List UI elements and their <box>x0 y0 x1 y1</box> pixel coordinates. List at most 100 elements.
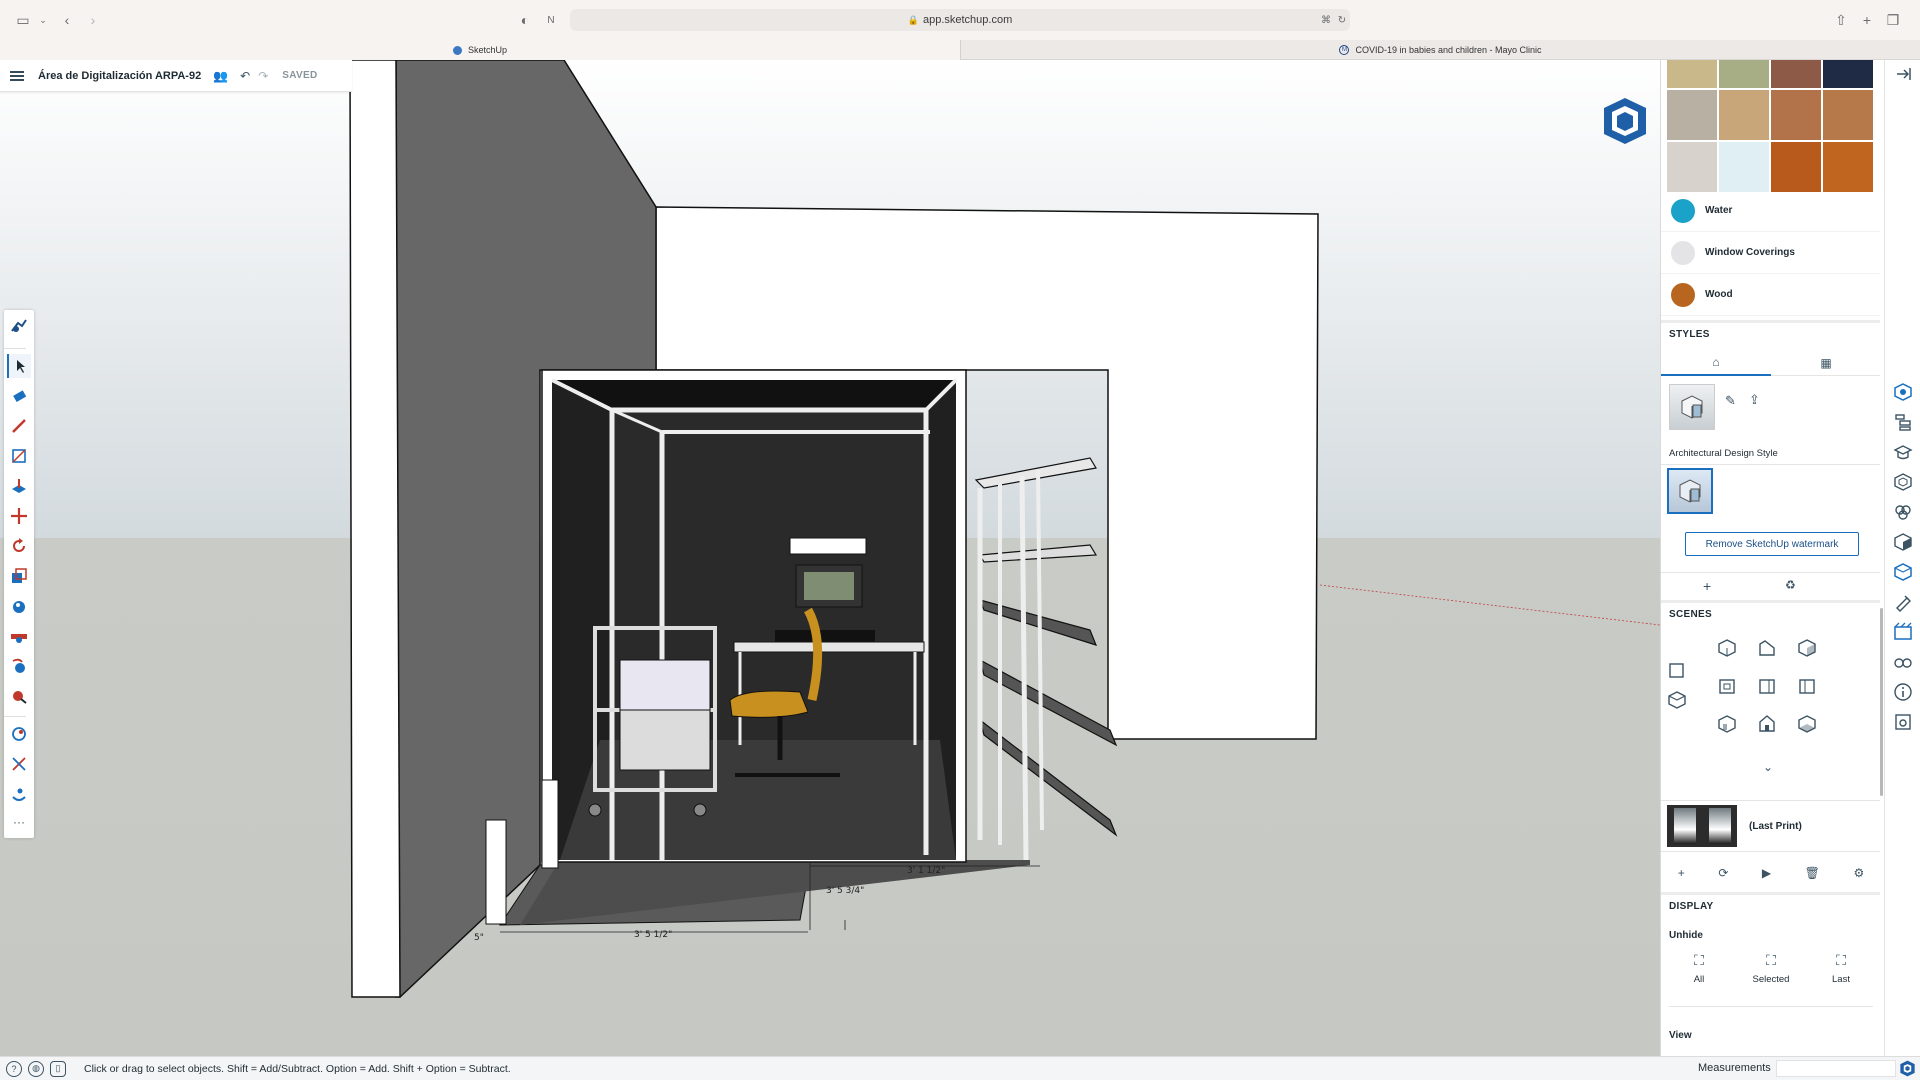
material-swatch[interactable] <box>1719 90 1769 140</box>
material-item-window-coverings[interactable]: Window Coverings <box>1661 232 1880 274</box>
update-scene-icon[interactable]: ⟳ <box>1718 866 1728 880</box>
tab-overview-icon[interactable]: ❐ <box>1886 10 1900 30</box>
back-icon[interactable]: ‹ <box>60 10 74 30</box>
help-icon[interactable]: ? <box>6 1060 22 1077</box>
redo-icon[interactable]: ↷ <box>258 69 268 83</box>
scene-view-front-icon[interactable] <box>1667 660 1687 680</box>
scene-view-iso-icon[interactable] <box>1667 690 1687 710</box>
forward-icon[interactable]: › <box>86 10 100 30</box>
view-iso-icon[interactable] <box>1717 638 1737 658</box>
more-icon[interactable]: ··· <box>7 810 31 834</box>
view-iso-alt-icon[interactable] <box>1797 638 1817 658</box>
styles-icon[interactable] <box>1893 562 1913 582</box>
entity-info-icon[interactable] <box>1893 382 1913 402</box>
outliner-icon[interactable] <box>1893 412 1913 432</box>
material-swatch[interactable] <box>1667 60 1717 88</box>
scene-item[interactable]: (Last Print) <box>1661 800 1880 852</box>
scene-settings-icon[interactable]: ⚙ <box>1853 866 1864 880</box>
pencil-icon[interactable] <box>7 414 31 438</box>
move-icon[interactable] <box>7 504 31 528</box>
tags-icon[interactable] <box>1893 502 1913 522</box>
material-swatch[interactable] <box>1719 142 1769 192</box>
model-info-icon[interactable] <box>1893 682 1913 702</box>
current-style-thumbnail[interactable] <box>1669 384 1715 430</box>
scale-icon[interactable] <box>7 564 31 588</box>
view-right-icon[interactable] <box>1757 676 1777 696</box>
rectangle-icon[interactable] <box>7 444 31 468</box>
material-swatch[interactable] <box>1823 60 1873 88</box>
play-animation-icon[interactable]: ▶ <box>1762 866 1771 880</box>
material-item-wood[interactable]: Wood <box>1661 274 1880 316</box>
view-house-icon[interactable] <box>1757 714 1777 734</box>
unhide-all-button[interactable]: ⛶ All <box>1669 952 1729 992</box>
translate-icon[interactable]: ⌘ <box>1318 10 1334 30</box>
add-scene-icon[interactable]: + <box>1678 866 1685 880</box>
unhide-selected-button[interactable]: ⛶ Selected <box>1741 952 1801 992</box>
tab-style-browser[interactable]: ▦ <box>1771 350 1880 376</box>
unhide-last-button[interactable]: ⛶ Last <box>1811 952 1871 992</box>
material-swatch[interactable] <box>1771 90 1821 140</box>
zoom-icon[interactable] <box>7 684 31 708</box>
export-style-icon[interactable]: ⇪ <box>1749 392 1760 408</box>
new-tab-icon[interactable]: + <box>1860 10 1874 30</box>
material-swatch[interactable] <box>1771 60 1821 88</box>
material-swatch[interactable] <box>1667 142 1717 192</box>
paint-bucket-icon[interactable] <box>7 594 31 618</box>
material-item-water[interactable]: Water <box>1661 190 1880 232</box>
tape-measure-icon[interactable] <box>7 624 31 648</box>
display-icon[interactable] <box>1893 652 1913 672</box>
components-icon[interactable] <box>1893 472 1913 492</box>
notion-icon[interactable]: N <box>544 10 558 30</box>
tab-sketchup[interactable]: SketchUp <box>0 40 960 60</box>
view-left-icon[interactable] <box>1717 714 1737 734</box>
model-settings-icon[interactable] <box>1893 712 1913 732</box>
material-swatch[interactable] <box>1823 90 1873 140</box>
scrollbar-thumb[interactable] <box>1880 608 1883 796</box>
undo-icon[interactable]: ↶ <box>240 69 250 83</box>
url-bar[interactable]: 🔒 app.sketchup.com <box>570 9 1350 31</box>
materials-icon[interactable] <box>1893 532 1913 552</box>
view-top-icon[interactable] <box>1757 638 1777 658</box>
instructor-icon[interactable] <box>1893 442 1913 462</box>
section-plane-icon[interactable] <box>7 722 31 746</box>
walk-icon[interactable] <box>7 782 31 806</box>
eraser-icon[interactable] <box>7 384 31 408</box>
style-thumbnail[interactable] <box>1667 468 1713 514</box>
material-swatch[interactable] <box>1771 142 1821 192</box>
delete-scene-icon[interactable]: 🗑 <box>1805 866 1820 880</box>
rotate-icon[interactable] <box>7 534 31 558</box>
material-swatch[interactable] <box>1719 60 1769 88</box>
model-scene[interactable]: 3' 1 1/2" 3' 5 3/4" 3' 5 1/2" 5" <box>0 60 1660 1056</box>
chevron-down-icon[interactable]: ⌄ <box>38 10 48 30</box>
tab-in-model[interactable]: ⌂ <box>1661 350 1771 376</box>
edit-style-icon[interactable]: ✎ <box>1725 393 1736 409</box>
add-style-icon[interactable]: + <box>1703 578 1711 594</box>
tab-mayo-clinic[interactable]: M COVID-19 in babies and children - Mayo… <box>960 40 1920 60</box>
3d-viewport[interactable]: 3' 1 1/2" 3' 5 3/4" 3' 5 1/2" 5" <box>0 60 1660 1056</box>
mouse-icon[interactable]: ▯ <box>50 1060 66 1077</box>
view-back-icon[interactable] <box>1797 676 1817 696</box>
search-tool-icon[interactable] <box>7 314 31 338</box>
scenes-icon[interactable] <box>1893 622 1913 642</box>
collaborators-icon[interactable]: 👥 <box>213 69 228 83</box>
axes-icon[interactable] <box>7 752 31 776</box>
collapse-panel-icon[interactable] <box>1893 64 1913 84</box>
material-swatch[interactable] <box>1823 142 1873 192</box>
push-pull-icon[interactable] <box>7 474 31 498</box>
view-bottom-icon[interactable] <box>1797 714 1817 734</box>
model-title[interactable]: Área de Digitalización ARPA-92 <box>38 70 201 82</box>
material-swatch[interactable] <box>1667 90 1717 140</box>
share-icon[interactable]: ⇧ <box>1834 10 1848 30</box>
menu-icon[interactable] <box>10 70 24 81</box>
measurements-input[interactable] <box>1776 1060 1896 1077</box>
orbit-icon[interactable] <box>7 654 31 678</box>
sidebar-toggle-icon[interactable]: ▭ <box>14 10 32 30</box>
recycle-icon[interactable]: ♻ <box>1785 578 1796 592</box>
view-front-icon[interactable] <box>1717 676 1737 696</box>
soften-edges-icon[interactable] <box>1893 592 1913 612</box>
reload-icon[interactable]: ↻ <box>1336 10 1348 30</box>
chevron-down-icon[interactable]: ⌄ <box>1763 760 1773 774</box>
select-icon[interactable] <box>7 354 31 378</box>
globe-icon[interactable]: ◍ <box>28 1060 44 1077</box>
remove-watermark-button[interactable]: Remove SketchUp watermark <box>1685 532 1859 556</box>
